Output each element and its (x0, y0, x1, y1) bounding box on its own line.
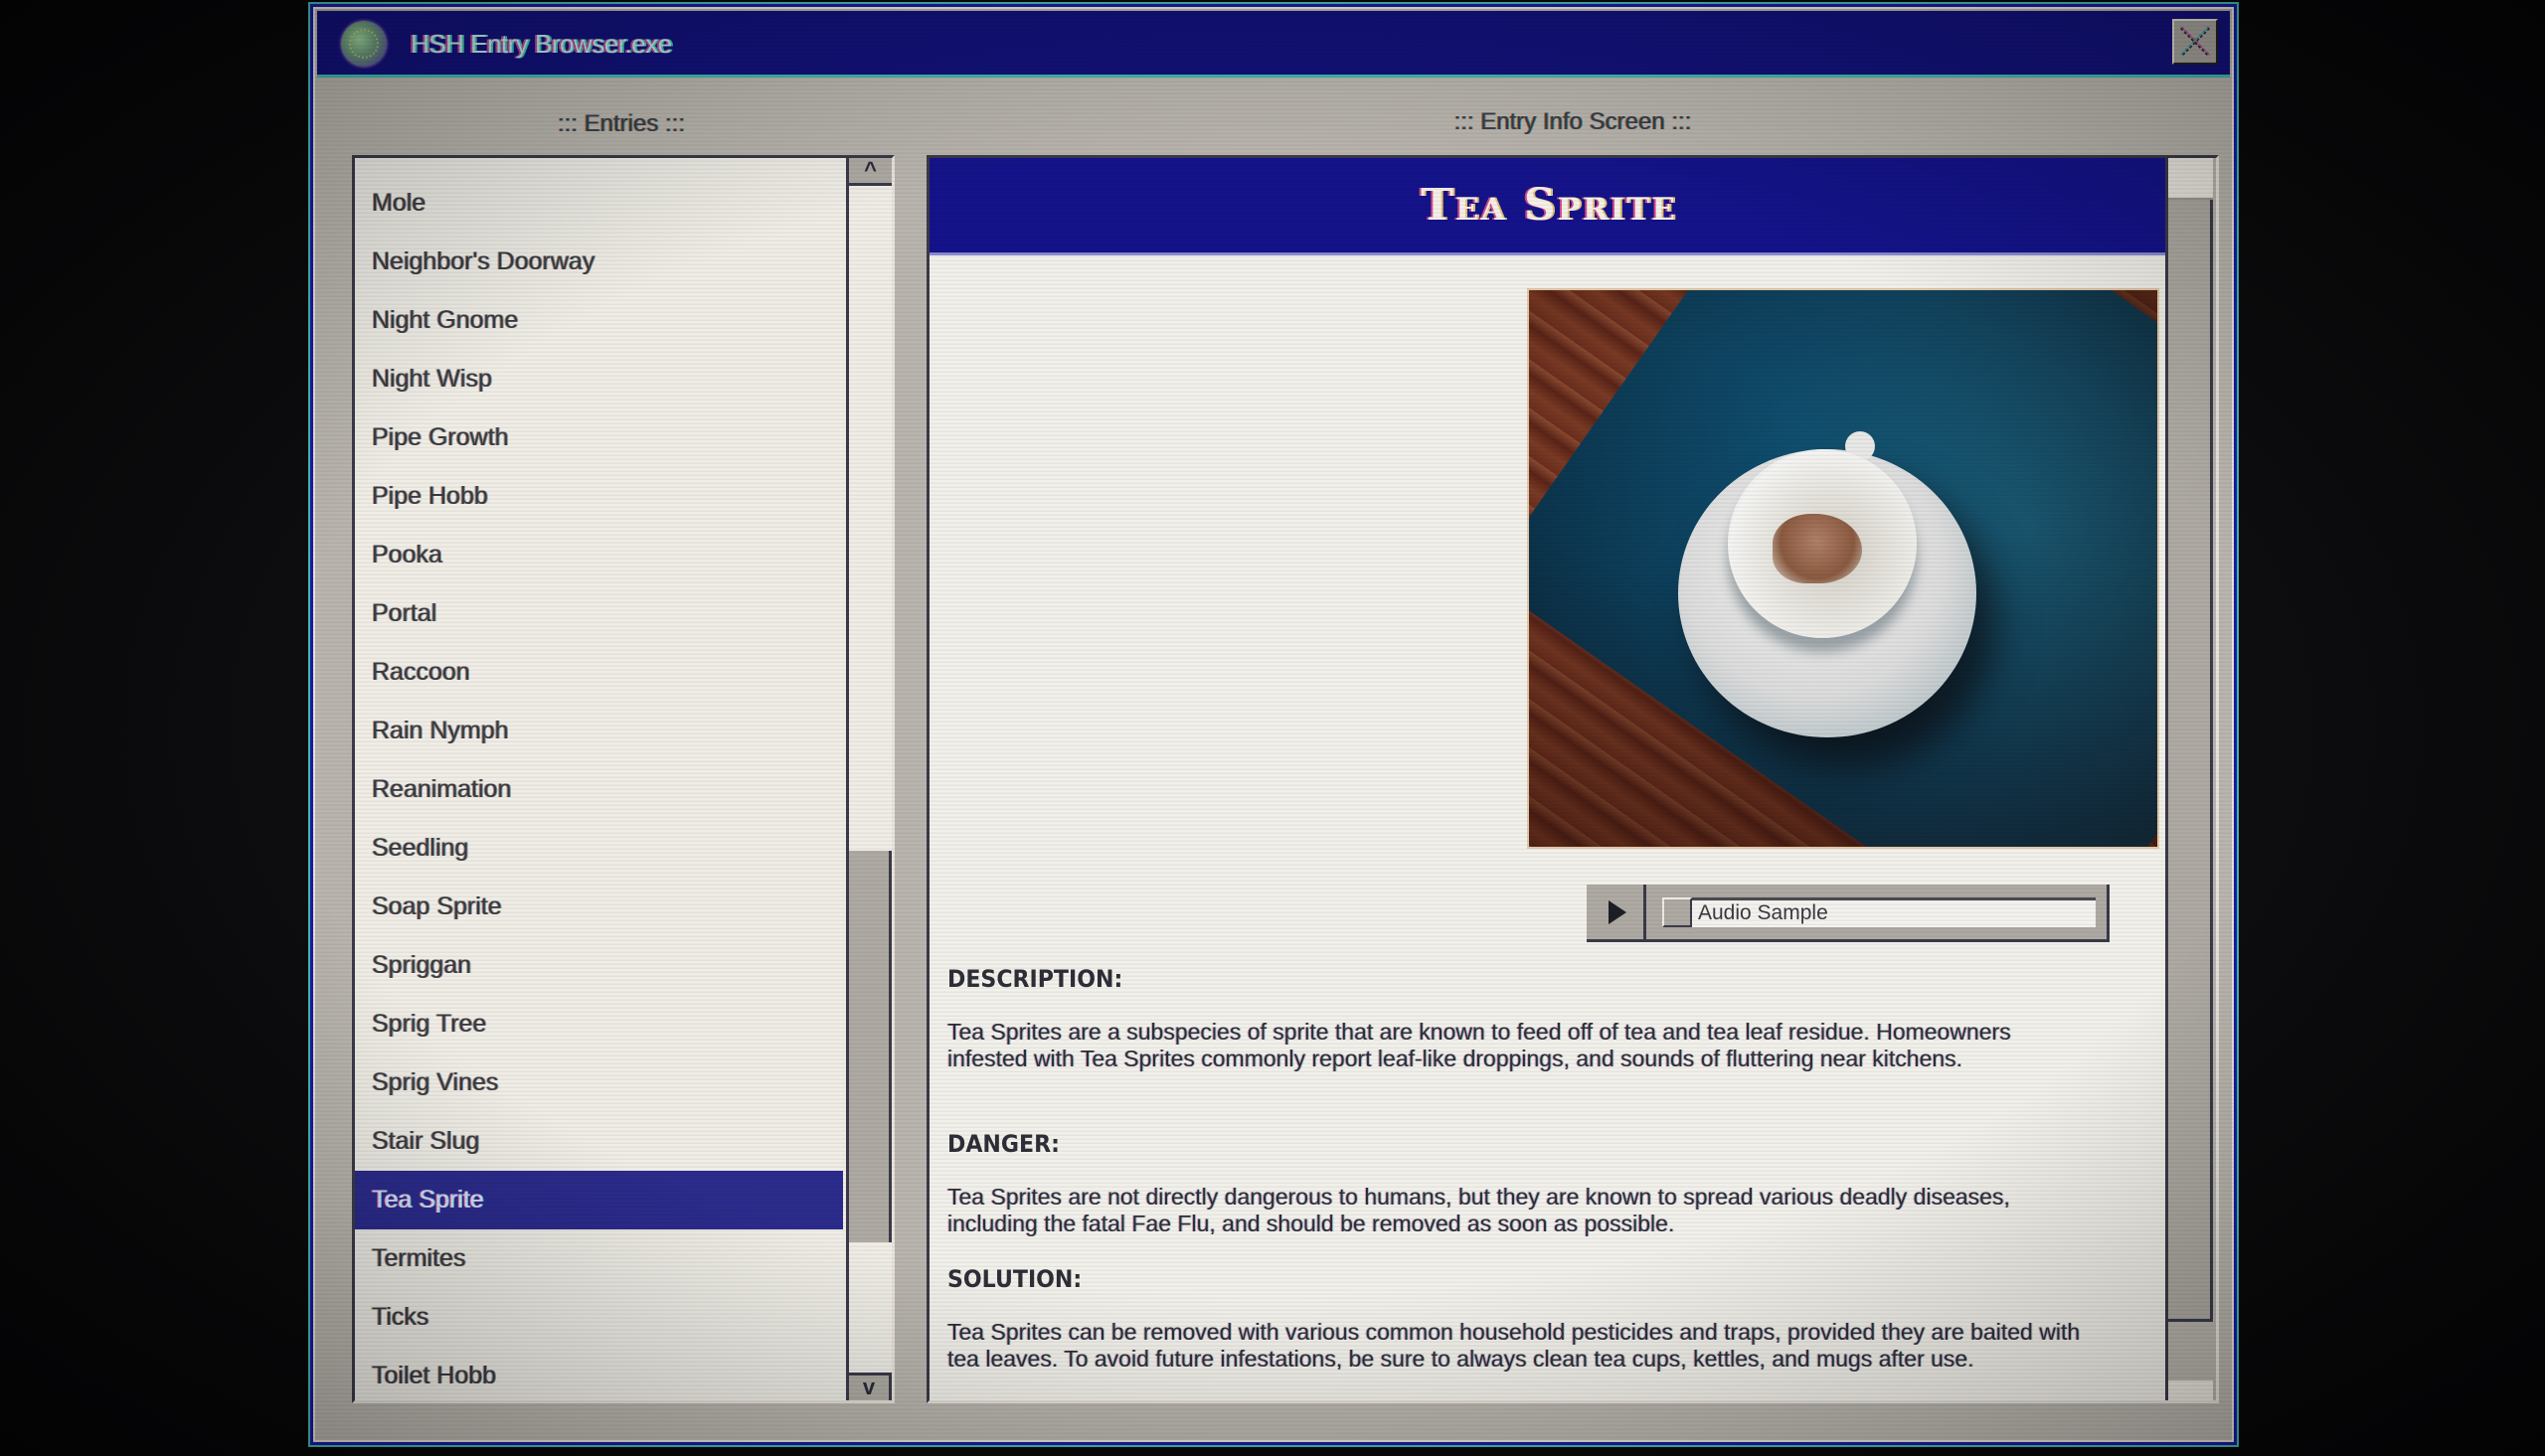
play-button[interactable] (1587, 885, 1646, 939)
title-bar[interactable]: HSH Entry Browser.exe (317, 11, 2230, 78)
description-text: Tea Sprites are a subspecies of sprite t… (947, 1019, 2011, 1071)
entry-list-item[interactable]: Rain Nymph (355, 702, 843, 760)
entry-info-label: ::: Entry Info Screen ::: (1453, 108, 1692, 135)
danger-heading: DANGER: (947, 1130, 1060, 1158)
entry-list-item[interactable]: Seedling (355, 819, 843, 878)
info-scroll-up-area[interactable] (2168, 158, 2213, 200)
info-scrollbar[interactable] (2165, 158, 2216, 1400)
danger-text: Tea Sprites are not directly dangerous t… (947, 1184, 2010, 1236)
entry-list-item[interactable]: Reanimation (355, 760, 843, 819)
description-heading: DESCRIPTION: (947, 965, 1123, 993)
audio-sample-field[interactable]: Audio Sample (1662, 897, 2096, 927)
audio-player: Audio Sample (1587, 885, 2110, 942)
entry-list-item[interactable]: Pipe Growth (355, 408, 843, 467)
audio-checkbox[interactable] (1662, 897, 1692, 927)
entries-list[interactable]: Mole Neighbor's Doorway Night Gnome Night W… (352, 155, 895, 1403)
close-icon (2179, 26, 2211, 58)
entry-list-item[interactable]: Raccoon (355, 643, 843, 702)
entry-info-panel: Tea Sprite Audio Sample DESCRIPTION: Tea (927, 155, 2219, 1403)
entries-scrollbar[interactable]: ^ v (846, 158, 892, 1400)
entry-list-item[interactable]: Stair Slug (355, 1112, 843, 1171)
close-button[interactable] (2172, 19, 2218, 65)
entry-list-item[interactable]: Tea Sprite (355, 1171, 843, 1229)
entry-list-item[interactable]: Termites (355, 1229, 843, 1288)
entry-list-item[interactable]: Night Gnome (355, 291, 843, 350)
entry-image (1527, 288, 2159, 849)
globe-icon (341, 21, 387, 67)
entry-list-item[interactable]: Pipe Hobb (355, 467, 843, 526)
play-icon (1609, 900, 1626, 924)
entry-list-item[interactable]: Toilet Hobb (355, 1347, 843, 1400)
entry-browser-window: HSH Entry Browser.exe ::: Entries ::: ::… (310, 4, 2237, 1445)
info-scroll-thumb[interactable] (2168, 200, 2213, 1322)
entry-list-item[interactable]: Soap Sprite (355, 878, 843, 936)
entry-list-item[interactable]: Spriggan (355, 936, 843, 995)
window-title: HSH Entry Browser.exe (411, 29, 672, 59)
scroll-up-button[interactable]: ^ (849, 158, 892, 186)
solution-heading: SOLUTION: (947, 1265, 1083, 1293)
solution-text: Tea Sprites can be removed with various … (947, 1319, 2081, 1372)
entry-list-item[interactable]: Portal (355, 584, 843, 643)
entry-list-item[interactable]: Night Wisp (355, 350, 843, 408)
entry-list-item[interactable]: Sprig Tree (355, 995, 843, 1053)
entry-list-item[interactable]: Ticks (355, 1288, 843, 1347)
entries-label: ::: Entries ::: (557, 110, 686, 137)
image-tea-residue (1773, 514, 1862, 583)
entries-scroll-thumb[interactable] (849, 850, 892, 1242)
entries-list-items: Mole Neighbor's Doorway Night Gnome Night W… (355, 174, 843, 1400)
entry-list-item[interactable]: Sprig Vines (355, 1053, 843, 1112)
info-scroll-down-area[interactable] (2168, 1380, 2213, 1400)
entry-list-item[interactable]: Pooka (355, 526, 843, 584)
entry-list-item[interactable]: Mole (355, 174, 843, 233)
entry-title: Tea Sprite (1421, 180, 1677, 231)
audio-sample-label: Audio Sample (1698, 901, 1828, 924)
entry-list-item[interactable]: Neighbor's Doorway (355, 233, 843, 291)
scroll-down-button[interactable]: v (849, 1373, 892, 1400)
entry-title-header: Tea Sprite (930, 158, 2168, 255)
